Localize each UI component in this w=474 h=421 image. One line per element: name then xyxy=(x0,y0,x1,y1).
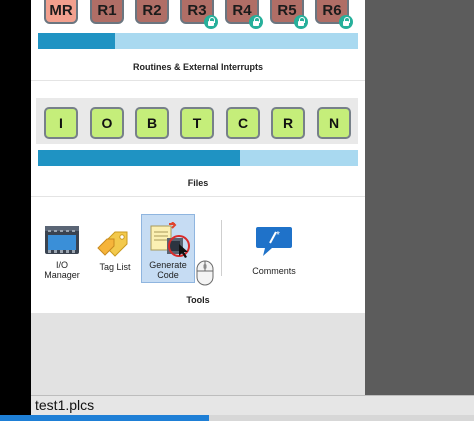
panel-footer xyxy=(31,313,365,395)
file-button-r[interactable]: R xyxy=(271,107,305,139)
app-window: MR R1 R2 R3 R4 R5 R6 Routines & External… xyxy=(0,0,474,421)
lock-icon xyxy=(294,15,308,29)
register-label: R2 xyxy=(142,2,162,19)
register-r3[interactable]: R3 xyxy=(180,0,218,29)
files-scrollbar[interactable] xyxy=(38,150,358,166)
register-label: MR xyxy=(49,2,73,19)
progress-bar xyxy=(0,415,474,421)
tools-separator xyxy=(221,220,222,276)
left-black-border xyxy=(0,0,31,421)
file-button-c[interactable]: C xyxy=(226,107,260,139)
tools-section-title: Tools xyxy=(186,295,210,305)
register-label: R5 xyxy=(277,2,297,19)
tag-list-label: Tag List xyxy=(99,262,131,272)
comments-label: Comments xyxy=(252,266,296,276)
register-label: R6 xyxy=(322,2,342,19)
status-filename: test1.plcs xyxy=(35,397,95,413)
register-label: R1 xyxy=(97,2,117,19)
lock-icon xyxy=(339,15,353,29)
io-manager-icon xyxy=(45,226,79,254)
tag-list-button[interactable]: Tag List xyxy=(93,226,137,272)
tag-list-icon xyxy=(97,231,128,257)
progress-bar-fill xyxy=(0,415,209,421)
generate-code-button[interactable]: Generate Code xyxy=(143,222,193,280)
section-divider xyxy=(31,196,365,197)
register-r6[interactable]: R6 xyxy=(315,0,353,29)
files-section-title: Files xyxy=(187,178,209,188)
io-manager-label: I/O Manager xyxy=(44,260,80,280)
io-manager-button[interactable]: I/O Manager xyxy=(40,224,84,280)
register-r4[interactable]: R4 xyxy=(225,0,263,29)
workspace-background xyxy=(365,0,474,395)
lock-icon xyxy=(249,15,263,29)
registers-scrollbar-thumb[interactable] xyxy=(38,33,115,49)
svg-text:*: * xyxy=(276,230,280,241)
file-button-i[interactable]: I xyxy=(44,107,78,139)
file-button-o[interactable]: O xyxy=(90,107,124,139)
register-mr[interactable]: MR xyxy=(44,0,78,24)
register-strip: MR R1 R2 R3 R4 R5 R6 xyxy=(31,0,365,30)
register-label: R3 xyxy=(187,2,207,19)
register-r5[interactable]: R5 xyxy=(270,0,308,29)
generate-code-icon xyxy=(150,222,190,258)
file-button-b[interactable]: B xyxy=(135,107,169,139)
register-r2[interactable]: R2 xyxy=(135,0,169,24)
comments-icon: * xyxy=(256,227,292,256)
comments-button[interactable]: * Comments xyxy=(248,224,300,276)
status-bar: test1.plcs xyxy=(31,395,474,415)
register-r1[interactable]: R1 xyxy=(90,0,124,24)
registers-scrollbar[interactable] xyxy=(38,33,358,49)
generate-code-label: Generate Code xyxy=(149,260,187,280)
files-scrollbar-thumb[interactable] xyxy=(38,150,240,166)
section-divider xyxy=(31,80,365,81)
file-button-n[interactable]: N xyxy=(317,107,351,139)
register-label: R4 xyxy=(232,2,252,19)
routines-section-title: Routines & External Interrupts xyxy=(132,62,264,72)
mouse-icon xyxy=(196,260,214,286)
lock-icon xyxy=(204,15,218,29)
file-button-t[interactable]: T xyxy=(180,107,214,139)
